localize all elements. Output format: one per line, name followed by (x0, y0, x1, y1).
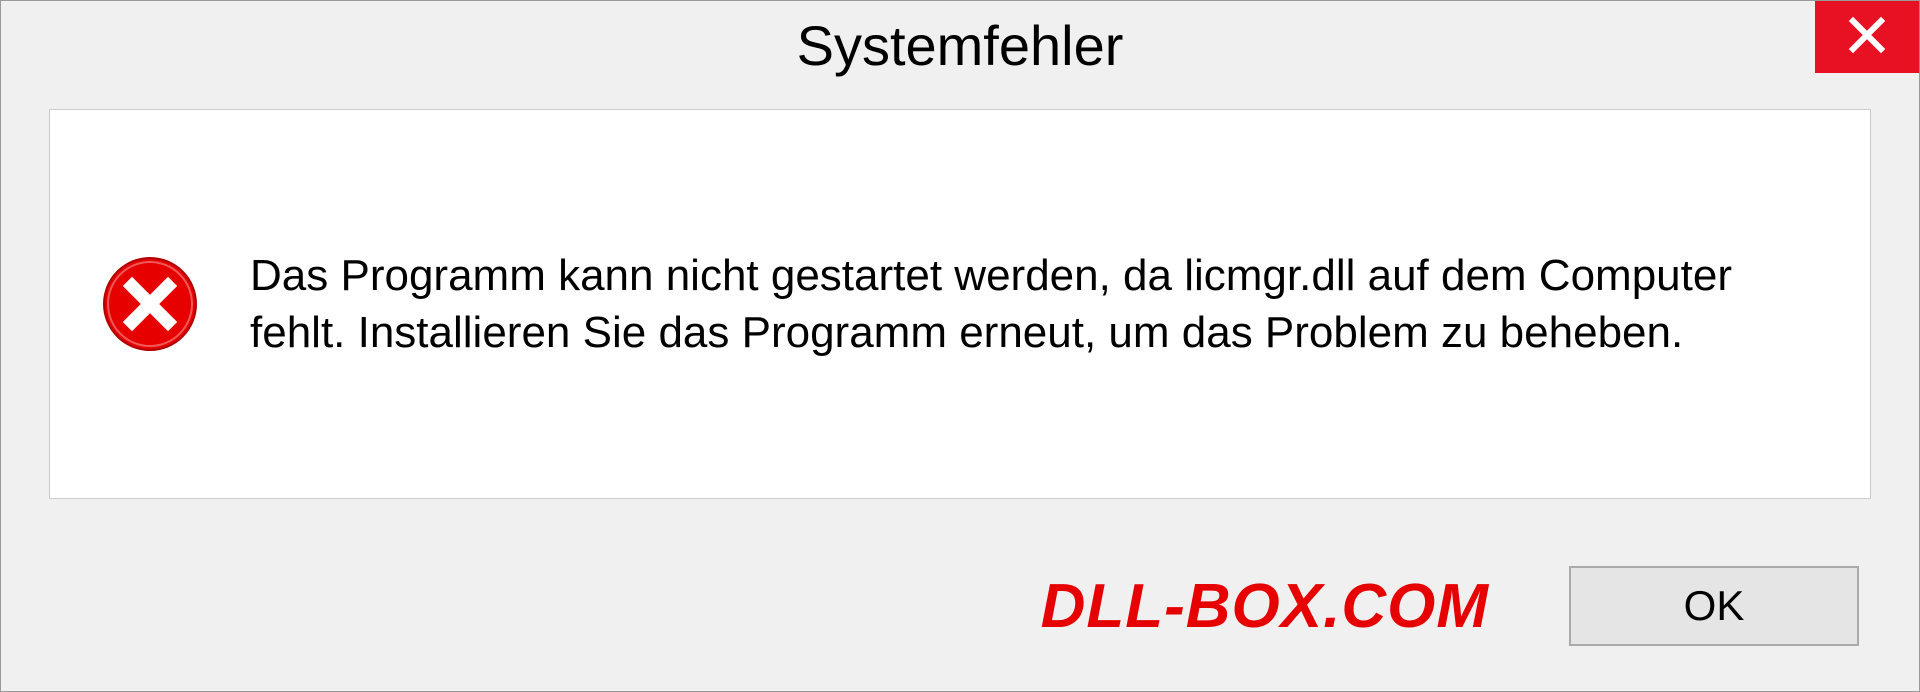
error-icon (100, 254, 200, 354)
titlebar: Systemfehler (1, 1, 1919, 89)
error-message: Das Programm kann nicht gestartet werden… (250, 247, 1810, 361)
close-icon (1847, 15, 1887, 60)
ok-button-label: OK (1684, 582, 1745, 630)
dialog-footer: DLL-BOX.COM OK (1, 551, 1919, 661)
content-panel: Das Programm kann nicht gestartet werden… (49, 109, 1871, 499)
ok-button[interactable]: OK (1569, 566, 1859, 646)
error-dialog: Systemfehler Das Programm kann nicht ges… (0, 0, 1920, 692)
watermark-text: DLL-BOX.COM (1041, 571, 1489, 642)
dialog-title: Systemfehler (797, 13, 1124, 78)
close-button[interactable] (1815, 1, 1919, 73)
